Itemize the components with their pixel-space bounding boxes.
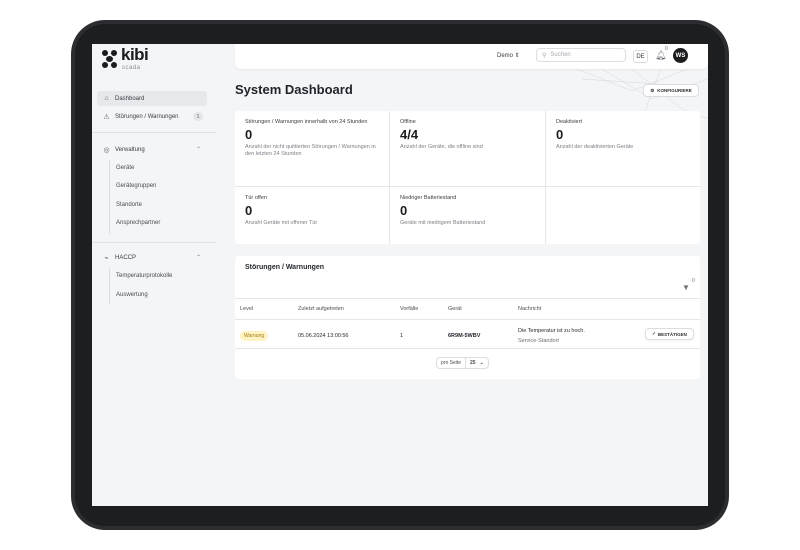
kpi-value: 0	[245, 203, 253, 218]
page-title: System Dashboard	[235, 82, 353, 97]
kpi-label: Offline	[400, 119, 416, 125]
sidebar-subitem-auswertung[interactable]: Auswertung	[116, 292, 148, 298]
per-page-select[interactable]: 25 ⌄	[465, 358, 488, 368]
search-input[interactable]: ⚲ Suchen	[536, 48, 626, 62]
notification-count: 0	[665, 46, 668, 52]
sidebar-subitem-temperaturprotokolle[interactable]: Temperaturprotokolle	[116, 273, 172, 279]
pagination: pro Seite 25 ⌄	[436, 357, 489, 369]
search-placeholder: Suchen	[550, 52, 571, 58]
brand-subtitle: scada	[122, 65, 141, 71]
app-screen: kibi scada ⌂ Dashboard ⚠ Störungen / War…	[92, 44, 708, 506]
chevron-up-icon: ⌃	[195, 255, 201, 261]
language-selector[interactable]: DE	[633, 50, 648, 63]
sidebar-subitem-standorte[interactable]: Standorte	[116, 202, 142, 208]
kpi-label: Tür offen	[245, 195, 267, 201]
column-header-device[interactable]: Gerät	[448, 306, 462, 312]
configure-label: KONFIGURIERE	[657, 88, 692, 93]
avatar[interactable]: WS	[673, 48, 688, 63]
brand-logo[interactable]: kibi scada	[102, 45, 149, 71]
kpi-grid: Störungen / Warnungen innerhalb von 24 S…	[235, 111, 700, 244]
kpi-description: Anzahl Geräte mit offener Tür	[245, 220, 318, 226]
alerts-title: Störungen / Warnungen	[245, 264, 325, 271]
kpi-deactivated[interactable]: Deaktiviert 0 Anzahl der deaktivierten G…	[546, 111, 700, 159]
kpi-value: 0	[245, 127, 253, 142]
submenu-line	[109, 160, 110, 234]
kpi-alerts-24h[interactable]: Störungen / Warnungen innerhalb von 24 S…	[235, 111, 389, 166]
confirm-button[interactable]: ✓ BESTÄTIGEN	[645, 328, 694, 340]
table-divider	[235, 319, 700, 320]
column-header-last-occurred[interactable]: Zuletzt aufgetreten	[298, 306, 344, 312]
sidebar-subitem-geraetegruppen[interactable]: Gerätegruppen	[116, 183, 156, 189]
sidebar-item-label: HACCP	[115, 254, 137, 261]
configure-button[interactable]: ⚙ KONFIGURIERE	[643, 84, 699, 97]
table-divider	[235, 348, 700, 349]
alerts-card: Störungen / Warnungen ▼ 0 Level Zuletzt …	[235, 256, 700, 379]
warning-icon: ⚠	[103, 113, 110, 121]
column-header-incidents[interactable]: Vorfälle	[400, 306, 418, 312]
tenant-selector[interactable]: Demo ⇕	[497, 52, 520, 59]
device-cell[interactable]: 6R9M-5WBV	[448, 333, 480, 339]
submenu-line	[109, 268, 110, 304]
kpi-label: Störungen / Warnungen innerhalb von 24 S…	[245, 119, 368, 125]
message-cell: Die Temperatur ist zu hoch.	[518, 328, 585, 334]
kpi-value: 4/4	[400, 127, 419, 142]
sidebar-item-label: Störungen / Warnungen	[115, 113, 179, 120]
table-divider	[235, 298, 700, 299]
sidebar-subitem-ansprechpartner[interactable]: Ansprechpartner	[116, 220, 160, 226]
kibi-logo-icon	[102, 50, 118, 68]
column-header-message[interactable]: Nachricht	[518, 306, 541, 312]
kpi-door-open[interactable]: Tür offen 0 Anzahl Geräte mit offener Tü…	[235, 187, 389, 235]
column-header-level[interactable]: Level	[240, 306, 253, 312]
level-badge: Warnung	[240, 331, 269, 341]
alerts-count-badge: 1	[193, 112, 203, 121]
settings-icon: ◎	[103, 146, 110, 154]
sidebar: kibi scada ⌂ Dashboard ⚠ Störungen / War…	[92, 44, 217, 506]
sidebar-item-label: Dashboard	[115, 95, 145, 102]
thermometer-icon: ⌁	[104, 254, 109, 262]
last-occurred-cell: 05.06.2024 13:00:56	[298, 333, 349, 339]
sidebar-subitem-geraete[interactable]: Geräte	[116, 165, 134, 171]
search-icon: ⚲	[542, 52, 547, 59]
filter-icon[interactable]: ▼	[682, 283, 690, 292]
kpi-value: 0	[400, 203, 408, 218]
per-page-label: pro Seite	[441, 360, 462, 366]
incidents-cell: 1	[400, 333, 404, 339]
check-icon: ✓	[652, 331, 656, 336]
kpi-description: Anzahl der nicht quittierten Störungen /…	[245, 144, 376, 157]
sidebar-item-verwaltung[interactable]: ◎ Verwaltung ⌃	[97, 142, 207, 157]
home-icon: ⌂	[104, 95, 109, 102]
gear-icon: ⚙	[650, 87, 655, 93]
sidebar-item-haccp[interactable]: ⌁ HACCP ⌃	[97, 250, 207, 265]
sidebar-divider	[92, 132, 217, 133]
kpi-description: Geräte mit niedrigem Batteriestand	[400, 220, 486, 226]
kpi-label: Deaktiviert	[556, 119, 582, 125]
brand-name: kibi	[121, 45, 149, 64]
sidebar-divider	[92, 242, 217, 243]
sidebar-item-alerts[interactable]: ⚠ Störungen / Warnungen 1	[97, 109, 207, 124]
top-bar: Demo ⇕ ⚲ Suchen DE 🔔︎ 0 WS	[235, 44, 708, 69]
chevron-down-icon: ⌄	[479, 360, 484, 366]
kpi-value: 0	[556, 127, 564, 142]
sidebar-item-label: Verwaltung	[115, 146, 145, 153]
confirm-label: BESTÄTIGEN	[657, 331, 687, 337]
kpi-offline[interactable]: Offline 4/4 Anzahl der Geräte, die offli…	[390, 111, 545, 159]
chevron-up-icon: ⌃	[195, 147, 201, 153]
kpi-low-battery[interactable]: Niedriger Batteriestand 0 Geräte mit nie…	[390, 187, 545, 235]
sidebar-item-dashboard[interactable]: ⌂ Dashboard	[97, 91, 207, 106]
location-cell: Service-Standort	[518, 338, 559, 344]
kpi-description: Anzahl der Geräte, die offline sind	[400, 144, 483, 150]
per-page-value: 25	[470, 360, 476, 366]
kpi-description: Anzahl der deaktivierten Geräte	[556, 144, 634, 150]
kpi-label: Niedriger Batteriestand	[400, 195, 457, 201]
filter-count: 0	[692, 278, 695, 284]
